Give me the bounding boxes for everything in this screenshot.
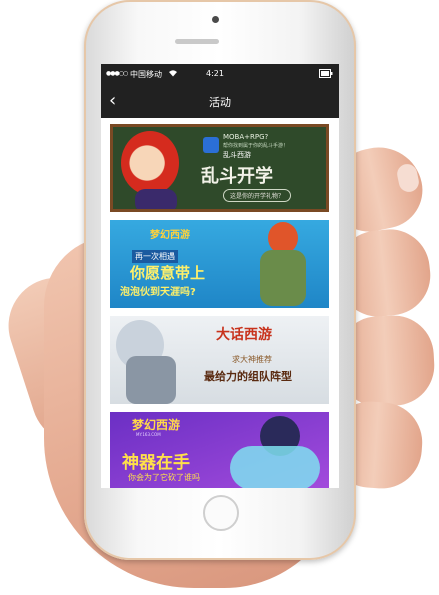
banner-1-title: 乱斗开学 <box>201 166 273 187</box>
banner-1-character-body <box>135 189 177 209</box>
banner-4-line-1: 神器在手 <box>122 453 190 473</box>
activity-banner-3[interactable]: 大话西游 求大神推荐 最给力的组队阵型 <box>110 316 329 404</box>
phone-screen: ●●●○○ 中国移动 4:21 ‹ 活动 MOBA+RPG? 帮你找到属于你的乱… <box>101 64 339 488</box>
wifi-icon <box>168 69 178 79</box>
activity-banner-2[interactable]: 梦幻西游 再一次相遇 你愿意带上 泡泡伙到天涯吗? <box>110 220 329 308</box>
banner-1-subtitle: 这是你的开学礼物？ <box>223 189 292 202</box>
page-title: 活动 <box>209 96 231 109</box>
front-camera <box>212 16 219 23</box>
banner-4-site: MY.163.COM <box>136 432 161 437</box>
game-app-icon <box>203 137 219 153</box>
signal-strength-icon: ●●●○○ <box>106 70 128 77</box>
banner-2-character <box>260 250 306 306</box>
battery-icon <box>319 69 333 80</box>
banner-3-line-1: 求大神推荐 <box>232 355 272 364</box>
banner-3-logo: 大话西游 <box>216 327 272 343</box>
banner-2-line-2: 你愿意带上 <box>130 264 206 282</box>
banner-1-game-name: 乱斗西游 <box>223 151 251 159</box>
banner-4-artifact <box>230 446 320 488</box>
activity-banner-1[interactable]: MOBA+RPG? 帮你找到属于你的乱斗手游！ 乱斗西游 乱斗开学 这是你的开学… <box>110 124 329 212</box>
banner-1-brand: MOBA+RPG? <box>223 133 269 141</box>
banner-1-tagline: 帮你找到属于你的乱斗手游！ <box>223 143 289 149</box>
banner-3-line-2: 最给力的组队阵型 <box>204 370 292 383</box>
banner-2-logo: 梦幻西游 <box>150 230 190 241</box>
clock: 4:21 <box>206 69 224 78</box>
banner-4-line-2: 你会为了它砍了谁吗 <box>128 473 200 482</box>
carrier-label: 中国移动 <box>130 70 162 79</box>
home-button[interactable] <box>203 495 239 531</box>
banner-1-character <box>121 131 179 195</box>
earpiece-speaker <box>175 39 219 44</box>
banner-3-character <box>126 356 176 404</box>
banner-4-logo: 梦幻西游 <box>132 418 181 432</box>
activity-banner-4[interactable]: 梦幻西游 MY.163.COM 神器在手 你会为了它砍了谁吗 <box>110 412 329 488</box>
banner-2-line-3: 泡泡伙到天涯吗? <box>120 287 196 298</box>
status-bar: ●●●○○ 中国移动 4:21 <box>101 64 339 84</box>
navigation-bar: ‹ 活动 <box>101 84 339 118</box>
